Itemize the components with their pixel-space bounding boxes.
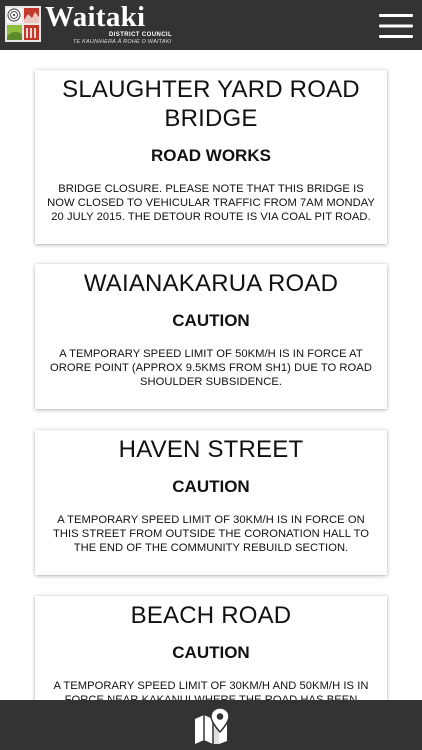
- notice-card[interactable]: SLAUGHTER YARD ROAD BRIDGE ROAD WORKS BR…: [35, 70, 387, 244]
- notices-list[interactable]: SLAUGHTER YARD ROAD BRIDGE ROAD WORKS BR…: [0, 50, 422, 700]
- notice-title: HAVEN STREET: [118, 436, 304, 463]
- notice-title: WAIANAKARUA ROAD: [83, 270, 339, 297]
- notice-card[interactable]: WAIANAKARUA ROAD CAUTION A TEMPORARY SPE…: [35, 264, 387, 409]
- council-logo-icon: [5, 6, 41, 42]
- notice-title: BEACH ROAD: [130, 602, 292, 629]
- logo-tagline: TE KAUNIHERA Ā ROHE O WAITAKI: [73, 39, 172, 45]
- map-button[interactable]: [193, 707, 230, 745]
- council-logo[interactable]: Waitaki DISTRICT COUNCIL TE KAUNIHERA Ā …: [5, 1, 205, 46]
- notice-description: A TEMPORARY SPEED LIMIT OF 50KM/H IS IN …: [50, 348, 372, 388]
- map-pin-icon: [195, 707, 230, 744]
- notice-card[interactable]: HAVEN STREET CAUTION A TEMPORARY SPEED L…: [35, 430, 387, 575]
- notice-type: CAUTION: [172, 477, 250, 496]
- bottom-bar: [0, 700, 422, 750]
- hamburger-menu-icon: [379, 14, 413, 38]
- notice-card[interactable]: BEACH ROAD CAUTION A TEMPORARY SPEED LIM…: [35, 596, 387, 700]
- notice-type: ROAD WORKS: [151, 146, 271, 165]
- app-window: Waitaki DISTRICT COUNCIL TE KAUNIHERA Ā …: [0, 0, 422, 750]
- notice-type: CAUTION: [172, 643, 250, 662]
- top-bar: Waitaki DISTRICT COUNCIL TE KAUNIHERA Ā …: [0, 0, 422, 50]
- notice-description: A TEMPORARY SPEED LIMIT OF 30KM/H AND 50…: [53, 680, 369, 700]
- logo-name: Waitaki: [45, 1, 146, 33]
- logo-council-text: DISTRICT COUNCIL: [109, 32, 173, 38]
- menu-button[interactable]: [379, 13, 413, 39]
- notice-description: A TEMPORARY SPEED LIMIT OF 30KM/H IS IN …: [52, 514, 370, 554]
- notice-type: CAUTION: [172, 311, 250, 330]
- notice-title: SLAUGHTER YARD ROAD BRIDGE: [62, 76, 360, 132]
- notice-description: BRIDGE CLOSURE. PLEASE NOTE THAT THIS BR…: [47, 183, 375, 223]
